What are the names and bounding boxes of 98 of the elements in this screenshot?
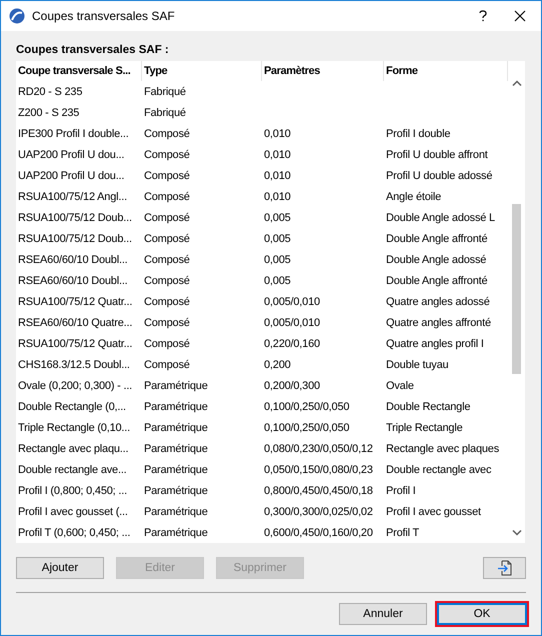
- table-cell-text: Paramétrique: [143, 506, 209, 518]
- table-cell-text: Composé: [143, 254, 191, 266]
- table-cell-text: Profil T (0,600; 0,450; ...: [17, 526, 132, 538]
- table-cell-text: Double Rectangle (0,...: [17, 400, 127, 412]
- table-cell-text: RSUA100/75/12 Angl...: [17, 190, 128, 202]
- column-header[interactable]: Coupe transversale S...: [16, 61, 142, 81]
- table-cell-text: UAP200 Profil U dou...: [17, 148, 126, 160]
- table-cell-text: 0,100/0,250/0,050: [263, 400, 350, 412]
- table-cell-text: Double Rectangle: [385, 400, 472, 412]
- table-cell-text: RSUA100/75/12 Doub...: [17, 232, 133, 244]
- table-cell-text: Triple Rectangle (0,10...: [17, 422, 131, 434]
- table-cell-text: Ovale (0,200; 0,300) - ...: [17, 380, 134, 392]
- scrollbar-thumb[interactable]: [512, 204, 521, 374]
- table-cell-text: 0,005: [263, 254, 292, 266]
- table-cell-text: 0,200/0,300: [263, 380, 321, 392]
- table-cell-text: Paramétrique: [143, 464, 209, 476]
- table-cell-text: 0,005/0,010: [263, 316, 321, 328]
- table-cell-text: Profil U double affront: [385, 148, 489, 160]
- table-cell-text: Composé: [143, 170, 191, 182]
- table-cell-text: Composé: [143, 274, 191, 286]
- table-cell-text: Profil I: [385, 484, 417, 496]
- table-cell-text: Double tuyau: [385, 358, 450, 370]
- column-header[interactable]: Type: [142, 61, 262, 81]
- table-cell-text: Paramétrique: [143, 442, 209, 454]
- cancel-button[interactable]: Annuler: [339, 603, 427, 625]
- table-cell-text: 0,010: [263, 170, 292, 182]
- table-cell-text: Paramétrique: [143, 400, 209, 412]
- table-cell-text: Profil I double: [385, 128, 452, 140]
- window-title: Coupes transversales SAF: [32, 9, 176, 23]
- table-cell-text: 0,005: [263, 212, 292, 224]
- table-cell-text: Ovale: [385, 380, 415, 392]
- table-cell-text: Double Angle adossé L: [385, 212, 496, 224]
- table-cell-text: 0,600/0,450/0,160/0,20: [263, 526, 374, 538]
- table-cell-text: 0,300/0,300/0,025/0,02: [263, 506, 374, 518]
- table-cell-text: Paramétrique: [143, 380, 209, 392]
- table-cell-text: CHS168.3/12.5 Doubl...: [17, 358, 131, 370]
- table-cell-text: RSUA100/75/12 Quatr...: [17, 296, 134, 308]
- table-cell-text: RSUA100/75/12 Quatr...: [17, 338, 134, 350]
- table-cell-text: 0,200: [263, 358, 292, 370]
- table-cell-text: 0,220/0,160: [263, 338, 321, 350]
- table-cell-text: Profil I avec gousset: [385, 506, 482, 518]
- close-icon: [514, 10, 526, 22]
- table-cell-text: IPE300 Profil I double...: [17, 128, 130, 140]
- table-cell-text: UAP200 Profil U dou...: [17, 170, 126, 182]
- table-cell-text: 0,010: [263, 190, 292, 202]
- table-cell-text: RSUA100/75/12 Doub...: [17, 212, 133, 224]
- section-label: Coupes transversales SAF :: [16, 43, 170, 58]
- table-cell-text: RD20 - S 235: [17, 86, 84, 98]
- table-cell-text: Quatre angles affronté: [385, 316, 492, 328]
- table-cell-text: Composé: [143, 190, 191, 202]
- ok-button[interactable]: OK: [437, 603, 527, 625]
- table-cell-text: 0,100/0,250/0,050: [263, 422, 350, 434]
- table-cell-text: Paramétrique: [143, 526, 209, 538]
- table-cell-text: Triple Rectangle: [385, 422, 464, 434]
- table-cell-text: Double Angle affronté: [385, 232, 488, 244]
- table-cell-text: Profil T: [385, 526, 420, 538]
- table-cell-text: Composé: [143, 358, 191, 370]
- table-cell-text: Double rectangle avec: [385, 464, 492, 476]
- table-cell-text: Angle étoile: [385, 190, 442, 202]
- table-cell-text: 0,005/0,010: [263, 296, 321, 308]
- table-cell-text: 0,005: [263, 232, 292, 244]
- table-cell-text: RSEA60/60/10 Doubl...: [17, 254, 129, 266]
- table-cell-text: Rectangle avec plaques: [385, 442, 500, 454]
- table-cell-text: Double Angle affronté: [385, 274, 488, 286]
- table-cell-text: Composé: [143, 316, 191, 328]
- table-cell-text: 0,005: [263, 274, 292, 286]
- table-cell-text: Composé: [143, 338, 191, 350]
- table-cell-text: Rectangle avec plaqu...: [17, 442, 130, 454]
- table-cell-text: Composé: [143, 148, 191, 160]
- table-cell-text: 0,010: [263, 148, 292, 160]
- table-cell-text: Profil I avec gousset (...: [17, 506, 129, 518]
- help-icon: [479, 10, 487, 22]
- table-cell-text: Composé: [143, 296, 191, 308]
- table-cell-text: RSEA60/60/10 Doubl...: [17, 274, 129, 286]
- table-cell-text: Fabriqué: [143, 106, 187, 118]
- table-cell-text: RSEA60/60/10 Quatre...: [17, 316, 134, 328]
- table-cell-text: 0,080/0,230/0,050/0,12: [263, 442, 374, 454]
- table-cell-text: Profil I (0,800; 0,450; ...: [17, 484, 128, 496]
- table-cell-text: Composé: [143, 212, 191, 224]
- table-cell-text: Double rectangle ave...: [17, 464, 128, 476]
- table-cell-text: Quatre angles adossé: [385, 296, 491, 308]
- table-cell-text: 0,800/0,450/0,450/0,18: [263, 484, 374, 496]
- table-cell-text: Double Angle adossé: [385, 254, 488, 266]
- table-cell-text: Fabriqué: [143, 86, 187, 98]
- table-cell-text: 0,010: [263, 128, 292, 140]
- table-cell-text: Composé: [143, 128, 191, 140]
- column-header[interactable]: Paramètres: [262, 61, 384, 81]
- table-cell-text: Z200 - S 235: [17, 106, 80, 118]
- table-cell-text: Paramétrique: [143, 422, 209, 434]
- table-cell-text: Quatre angles profil I: [385, 338, 485, 350]
- table-cell-text: 0,050/0,150/0,080/0,23: [263, 464, 374, 476]
- table-cell-text: Composé: [143, 232, 191, 244]
- action-button[interactable]: Ajouter: [16, 557, 104, 579]
- document-arrow-icon: [496, 560, 512, 576]
- table-cell-text: Profil U double adossé: [385, 170, 494, 182]
- import-button[interactable]: [483, 557, 526, 579]
- table-cell-text: Paramétrique: [143, 484, 209, 496]
- app-logo-icon: [9, 8, 25, 24]
